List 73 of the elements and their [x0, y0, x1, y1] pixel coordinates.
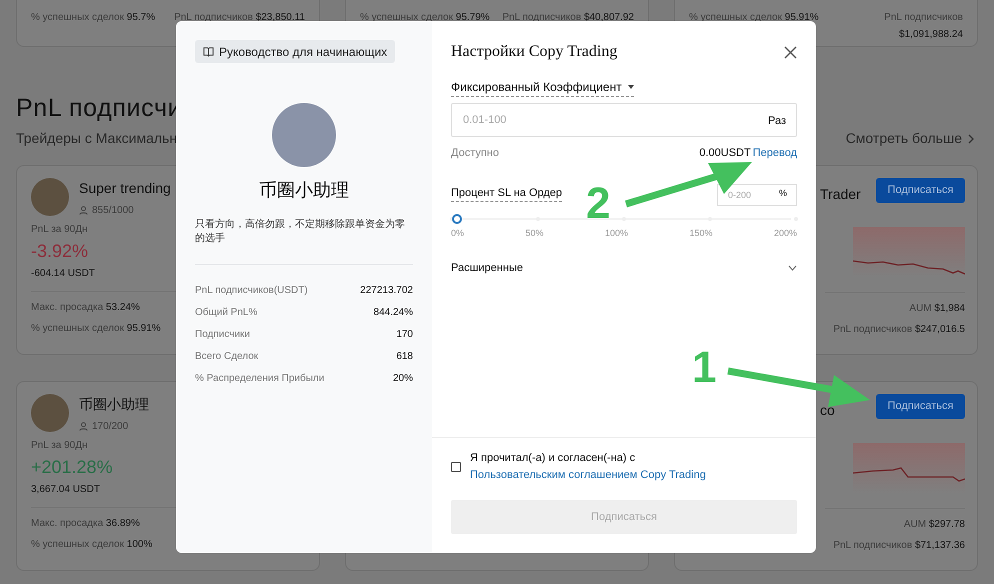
stat-text: % успешных сделок 95.91%: [689, 11, 819, 25]
stat-text: AUM $1,984: [909, 302, 965, 316]
stat-text: % успешных сделок 95.7%: [31, 11, 156, 25]
chevron-down-icon: [788, 265, 797, 272]
annotation-number: 2: [586, 180, 610, 228]
advanced-toggle[interactable]: Расширенные: [451, 260, 797, 276]
tick-label: 50%: [525, 226, 544, 240]
pnl-amount: 3,667.04 USDT: [31, 483, 100, 497]
stat-value: 618: [396, 350, 413, 364]
trader-name: Super trending: [79, 179, 171, 198]
stat-label: Всего Сделок: [195, 350, 258, 364]
trader-name: Trader: [820, 185, 861, 204]
trader-name: 币圈小助理: [259, 179, 349, 202]
stat-text: PnL подписчиков $40,807.92: [502, 11, 634, 25]
trader-description: 只看方向，高倍勿跟，不定期移除跟单资金为零的选手: [195, 218, 406, 246]
stat-value: 844.24%: [374, 306, 413, 320]
chevron-right-icon: [968, 134, 974, 144]
stat-value: 227213.702: [360, 284, 413, 298]
caret-down-icon: [628, 85, 634, 89]
sl-label: Процент SL на Ордер: [451, 184, 562, 202]
available-label: Доступно: [451, 146, 500, 161]
book-icon: [203, 46, 214, 57]
dialog-title: Настройки Copy Trading: [451, 42, 618, 62]
stat-value: $1,091,988.24: [899, 28, 963, 42]
stat-label: Подписчики: [195, 328, 250, 342]
person-icon: [79, 206, 88, 215]
stat-label: PnL подписчиков: [884, 11, 963, 25]
annotation-number: 1: [692, 344, 716, 392]
subscribe-button[interactable]: Подписаться: [876, 178, 965, 203]
section-subtitle: Трейдеры с Максимальн: [16, 129, 178, 148]
pnl-label: PnL за 90Дн: [31, 223, 88, 237]
transfer-link[interactable]: Перевод: [752, 145, 797, 162]
trader-name: co: [820, 401, 835, 420]
stat-text: % успешных сделок 95.91%: [31, 322, 161, 336]
stat-text: AUM $297.78: [904, 518, 965, 532]
pnl-label: PnL за 90Дн: [31, 439, 88, 453]
stat-text: Макс. просадка 36.89%: [31, 517, 140, 531]
pnl-percent: -3.92%: [31, 240, 88, 262]
see-more-link[interactable]: Смотреть больше: [846, 128, 974, 149]
guide-button[interactable]: Руководство для начинающих: [195, 40, 396, 63]
agreement-text: Я прочитал(-а) и согласен(-на) с Пользовательским соглашением Copy Trading: [470, 451, 707, 483]
agreement-link[interactable]: Пользовательским соглашением Copy Trading: [470, 469, 706, 481]
trader-name: 币圈小助理: [79, 395, 149, 414]
tick-label: 150%: [689, 226, 712, 240]
pnl-percent: +201.28%: [31, 456, 113, 478]
unit-label: %: [778, 186, 787, 200]
stat-text: PnL подписчиков $71,137.36: [833, 539, 965, 553]
stat-text: PnL подписчиков $23,850.11: [174, 11, 305, 25]
pnl-amount: -604.14 USDT: [31, 267, 95, 281]
tick-label: 200%: [774, 226, 797, 240]
stat-label: % Распределения Прибыли: [195, 372, 324, 386]
stat-value: 20%: [392, 372, 413, 386]
mode-dropdown[interactable]: Фиксированный Коэффициент: [451, 78, 634, 97]
person-icon: [79, 422, 88, 431]
avatar-placeholder: [31, 394, 69, 432]
stat-value: 170: [396, 328, 413, 342]
available-amount: 0.00USDT: [699, 146, 751, 161]
stat-text: PnL подписчиков $247,016.5: [833, 323, 965, 337]
stat-text: Макс. просадка 53.24%: [31, 301, 140, 315]
tick-label: 0%: [451, 226, 464, 240]
stat-text: % успешных сделок 95.79%: [360, 11, 490, 25]
follower-count: 855/1000: [92, 204, 134, 218]
close-icon[interactable]: [784, 46, 797, 58]
slider-thumb[interactable]: [452, 214, 462, 224]
stat-label: PnL подписчиков(USDT): [195, 284, 308, 298]
follower-count: 170/200: [92, 420, 128, 434]
unit-label: Раз: [768, 114, 786, 129]
stat-text: % успешных сделок 100%: [31, 538, 152, 552]
stat-label: Общий PnL%: [195, 306, 258, 320]
agreement-checkbox[interactable]: [451, 462, 461, 472]
avatar-placeholder: [31, 178, 69, 216]
tick-label: 100%: [604, 226, 628, 240]
subscribe-button[interactable]: Подписаться: [876, 394, 965, 419]
